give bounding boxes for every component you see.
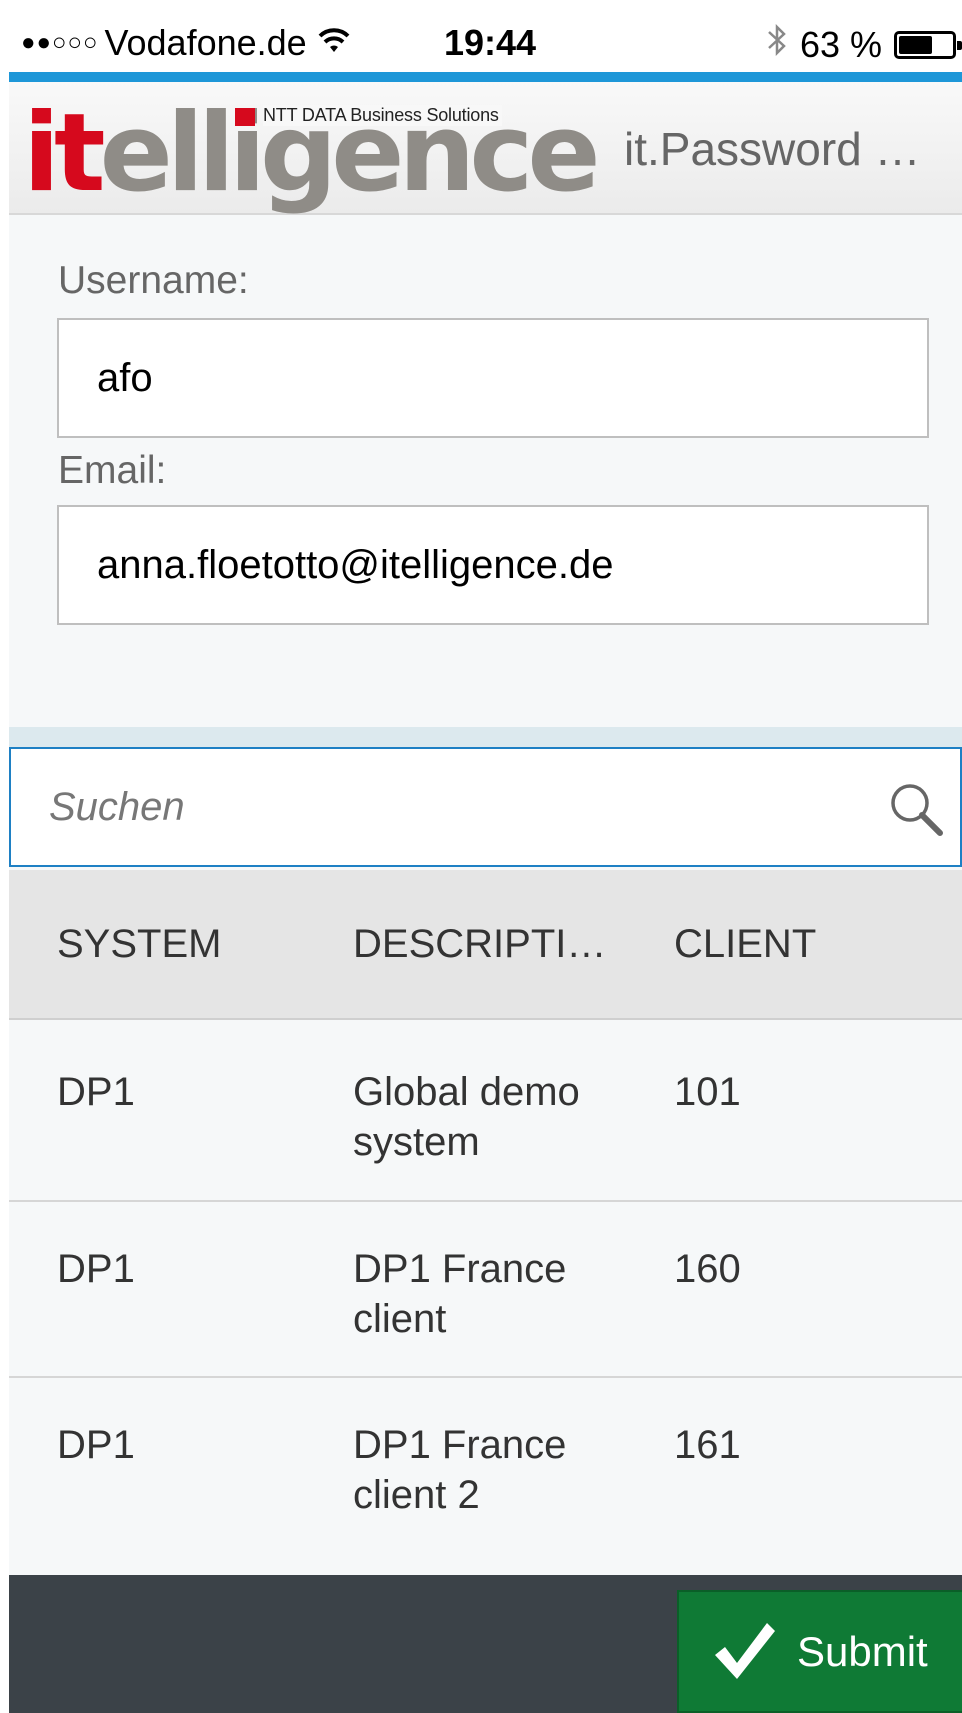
cell-description-line: DP1 France — [353, 1423, 567, 1467]
cell-description-line: Global demo — [353, 1070, 580, 1114]
app-header: itelligence NTT DATA Business Solutions … — [9, 82, 962, 215]
cell-system: DP1 — [57, 1070, 135, 1114]
footer-toolbar: Submit — [9, 1575, 962, 1713]
email-label: Email: — [58, 449, 167, 492]
submit-button[interactable]: Submit — [677, 1590, 962, 1713]
cell-client: 160 — [674, 1247, 741, 1291]
logo-red-part: it — [23, 91, 106, 216]
battery-nub — [957, 40, 962, 50]
username-label: Username: — [58, 259, 249, 302]
status-left: ●●○○○ Vodafone.de — [21, 22, 351, 64]
app-screen: ●●○○○ Vodafone.de 19:44 63 % itelligence… — [9, 10, 962, 1713]
signal-strength-icon: ●●○○○ — [21, 29, 99, 56]
battery-fill — [899, 35, 932, 54]
checkmark-icon — [709, 1617, 779, 1687]
cell-client: 101 — [674, 1070, 741, 1114]
cell-system: DP1 — [57, 1247, 135, 1291]
section-divider — [9, 727, 962, 747]
cell-description-line: client 2 — [353, 1473, 480, 1517]
cell-description: Global demo system — [353, 1067, 623, 1167]
column-header-system[interactable]: SYSTEM — [57, 870, 221, 1018]
status-time: 19:44 — [444, 22, 537, 63]
cell-client: 161 — [674, 1423, 741, 1467]
email-field[interactable]: anna.floetotto@itelligence.de — [57, 505, 929, 625]
search-input[interactable]: Suchen — [49, 749, 849, 865]
cell-description-line: system — [353, 1120, 480, 1164]
cell-description: DP1 France client 2 — [353, 1420, 623, 1520]
battery-percentage: 63 % — [799, 23, 882, 65]
logo-red-square — [235, 108, 255, 126]
cell-description-line: client — [353, 1297, 447, 1341]
table-row[interactable]: DP1 DP1 France client 2 161 — [9, 1378, 962, 1575]
itelligence-logo: itelligence NTT DATA Business Solutions — [23, 100, 601, 208]
username-field[interactable]: afo — [57, 318, 929, 438]
page-title: it.Password … — [624, 123, 921, 175]
status-right: 63 % — [766, 22, 962, 67]
accent-bar — [9, 72, 962, 82]
carrier-name: Vodafone.de — [104, 22, 307, 63]
table-header: SYSTEM DESCRIPTI… CLIENT — [9, 870, 962, 1020]
search-bar[interactable]: Suchen — [9, 747, 962, 867]
table-row[interactable]: DP1 DP1 France client 160 — [9, 1202, 962, 1378]
cell-system: DP1 — [57, 1423, 135, 1467]
column-header-client[interactable]: CLIENT — [674, 870, 816, 1018]
wifi-icon — [317, 25, 351, 62]
table-row[interactable]: DP1 Global demo system 101 — [9, 1022, 962, 1202]
search-icon[interactable] — [886, 779, 946, 839]
column-header-description[interactable]: DESCRIPTI… — [353, 870, 623, 1018]
submit-label: Submit — [797, 1627, 928, 1675]
user-form: Username: afo Email: anna.floetotto@itel… — [9, 217, 962, 727]
battery-icon — [894, 30, 962, 59]
cell-description-line: DP1 France — [353, 1247, 567, 1291]
bluetooth-icon — [766, 22, 788, 67]
cell-description: DP1 France client — [353, 1244, 623, 1344]
logo-tagline: NTT DATA Business Solutions — [263, 105, 502, 126]
status-bar: ●●○○○ Vodafone.de 19:44 63 % — [9, 10, 962, 72]
